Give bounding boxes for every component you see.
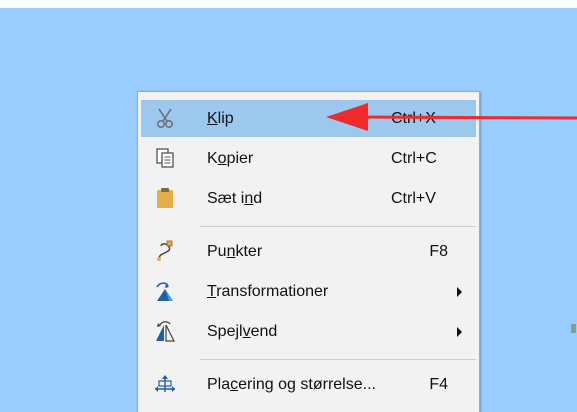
annotation-arrow-icon bbox=[326, 103, 577, 131]
